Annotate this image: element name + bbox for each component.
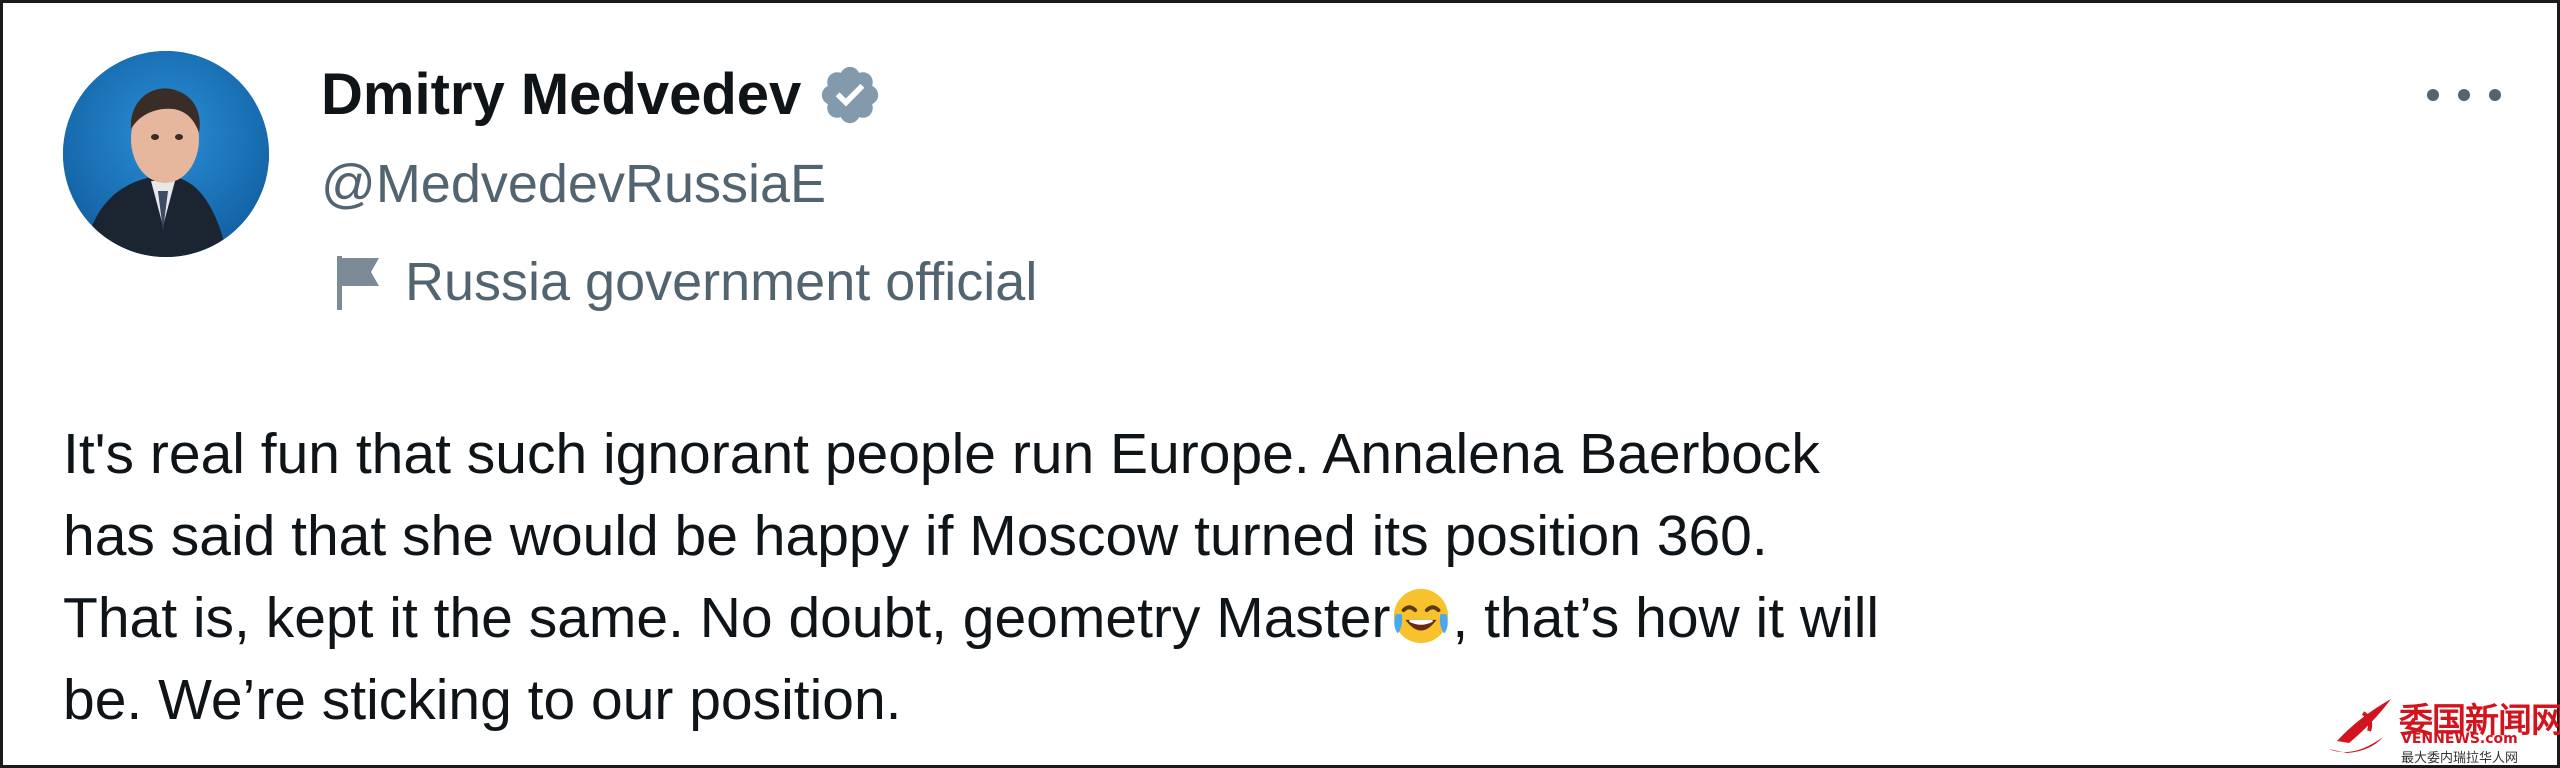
dot xyxy=(2427,89,2439,101)
author-name-row[interactable]: Dmitry Medvedev xyxy=(321,61,883,128)
tweet-line-part: That is, kept it the same. No doubt, geo… xyxy=(63,586,1391,650)
watermark-logo-icon xyxy=(2329,699,2391,753)
verified-badge-icon xyxy=(822,66,879,123)
tweet-line-part: , that’s how it will xyxy=(1452,586,1880,650)
watermark-tagline: 最大委内瑞拉华人网 xyxy=(2401,751,2519,766)
profile-photo xyxy=(63,51,269,257)
face-with-tears-of-joy-icon xyxy=(1394,588,1449,644)
watermark-url: VENNEWS.com xyxy=(2401,731,2518,747)
tweet-card: Dmitry Medvedev @MedvedevRussiaE Russia … xyxy=(0,0,2560,768)
affiliation-label[interactable]: Russia government official xyxy=(333,251,1037,313)
author-handle[interactable]: @MedvedevRussiaE xyxy=(321,153,826,215)
tweet-line: has said that she would be happy if Mosc… xyxy=(63,504,1768,568)
avatar[interactable] xyxy=(63,51,269,257)
tweet-line: be. We’re sticking to our position. xyxy=(63,668,902,732)
author-name[interactable]: Dmitry Medvedev xyxy=(321,61,801,128)
tweet-text: It's real fun that such ignorant people … xyxy=(63,413,2513,741)
tweet-line: It's real fun that such ignorant people … xyxy=(63,422,1820,486)
flag-icon xyxy=(337,256,379,310)
more-options-icon[interactable] xyxy=(2427,75,2501,115)
affiliation-text: Russia government official xyxy=(405,252,1038,312)
dot xyxy=(2458,89,2470,101)
watermark: 委国新闻网 VENNEWS.com 最大委内瑞拉华人网 xyxy=(2323,691,2560,766)
tweet-line: That is, kept it the same. No doubt, geo… xyxy=(63,577,2513,659)
dot xyxy=(2489,89,2501,101)
